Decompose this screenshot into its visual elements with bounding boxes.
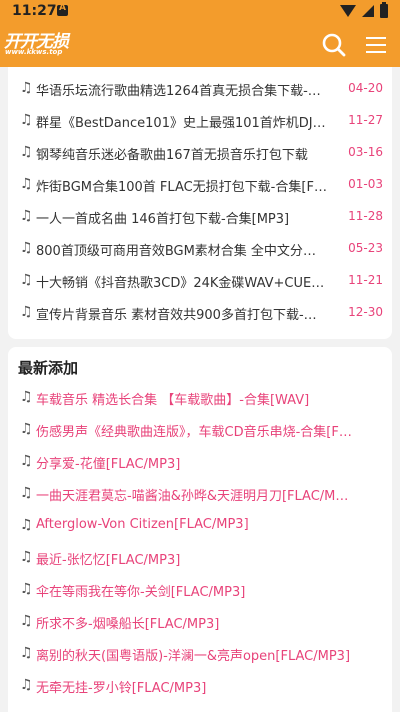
list-item-title[interactable]: 所求不多-烟嗓船长[FLAC/MP3]: [36, 613, 356, 632]
list-item[interactable]: ♫ 一曲天涯君莫忘-喵酱油&孙晔&天涯明月刀[FLAC/MP3]: [8, 478, 392, 510]
list-item-title[interactable]: 十大畅销《抖音热歌3CD》24K金碟WAV+CUE打包下载: [36, 272, 328, 291]
music-note-icon: ♫: [20, 176, 33, 192]
wifi-icon: [340, 5, 356, 17]
list-item-title[interactable]: 伞在等雨我在等你-关剑[FLAC/MP3]: [36, 581, 356, 600]
music-note-icon: ♫: [20, 549, 33, 565]
list-item[interactable]: ♫ Afterglow-Von Citizen[FLAC/MP3]: [8, 510, 392, 542]
music-note-icon: ♫: [20, 208, 33, 224]
list-item-title[interactable]: 群星《BestDance101》史上最强101首炸机DJ舞曲合集: [36, 112, 328, 131]
list-item[interactable]: ♫ 钢琴纯音乐迷必备歌曲167首无损音乐打包下载 03-16: [8, 137, 392, 169]
music-note-icon: ♫: [20, 144, 33, 160]
section-title: 最新添加: [18, 359, 79, 377]
music-note-icon: ♫: [20, 453, 33, 469]
list-item[interactable]: ♫ 车载音乐 精选长合集 【车载歌曲】-合集[WAV]: [8, 382, 392, 414]
music-note-icon: ♫: [20, 80, 33, 96]
list-item[interactable]: ♫ 华语乐坛流行歌曲精选1264首真无损合集下载-合集[FLAC] 04-20: [8, 73, 392, 105]
menu-icon-line: [366, 44, 386, 46]
music-note-icon: ♫: [20, 421, 33, 437]
list-item-date: 05-23: [348, 241, 383, 255]
list-item[interactable]: ♫ 800首顶级可商用音效BGM素材合集 全中文分类 精品合集 05-23: [8, 233, 392, 265]
list-item-title[interactable]: 800首顶级可商用音效BGM素材合集 全中文分类 精品合集: [36, 240, 328, 259]
battery-icon: [380, 2, 388, 18]
music-note-icon: ♫: [20, 645, 33, 661]
music-note-icon: ♫: [20, 272, 33, 288]
list-item-title[interactable]: 一曲天涯君莫忘-喵酱油&孙晔&天涯明月刀[FLAC/MP3]: [36, 485, 356, 504]
list-item-title[interactable]: Afterglow-Von Citizen[FLAC/MP3]: [36, 517, 356, 532]
logo-url: www.kkws.top: [5, 48, 63, 56]
list-item[interactable]: ♫ 最近-张忆忆[FLAC/MP3]: [8, 542, 392, 574]
music-note-icon: ♫: [20, 304, 33, 320]
list-item-title[interactable]: 分享爱-花僮[FLAC/MP3]: [36, 453, 356, 472]
search-icon: [322, 33, 346, 57]
list-item[interactable]: ♫ 宣传片背景音乐 素材音效共900多首打包下载-合集[MP3] 12-30: [8, 297, 392, 329]
list-item-date: 04-20: [348, 81, 383, 95]
list-item-title[interactable]: 无牵无挂-罗小铃[FLAC/MP3]: [36, 677, 356, 696]
list-item-title[interactable]: 车载音乐 精选长合集 【车载歌曲】-合集[WAV]: [36, 389, 356, 408]
search-button[interactable]: [321, 32, 347, 58]
list-item-title[interactable]: 华语乐坛流行歌曲精选1264首真无损合集下载-合集[FLAC]: [36, 80, 328, 99]
list-item[interactable]: ♫ 离别的秋天(国粤语版)-洋澜一&亮声open[FLAC/MP3]: [8, 638, 392, 670]
list-item[interactable]: ♫ 分享爱-花僮[FLAC/MP3]: [8, 446, 392, 478]
music-note-icon: ♫: [20, 581, 33, 597]
list-item-date: 12-30: [348, 305, 383, 319]
music-note-icon: ♫: [20, 240, 33, 256]
list-item-title[interactable]: 炸街BGM合集100首 FLAC无损打包下载-合集[FLAC]: [36, 176, 328, 195]
list-item-title[interactable]: 钢琴纯音乐迷必备歌曲167首无损音乐打包下载: [36, 144, 328, 163]
status-bar: 11:27: [0, 0, 400, 22]
status-icons: [330, 2, 390, 18]
status-time: 11:27: [12, 3, 57, 19]
music-note-icon: ♫: [20, 389, 33, 405]
list-item-date: 01-03: [348, 177, 383, 191]
list-item[interactable]: ♫ 群星《BestDance101》史上最强101首炸机DJ舞曲合集 11-27: [8, 105, 392, 137]
list-item-date: 11-28: [348, 209, 383, 223]
list-item-title[interactable]: 伤感男声《经典歌曲连版》，车载CD音乐串烧-合集[FLAC]: [36, 421, 356, 440]
list-item[interactable]: ♫ 伤感男声《经典歌曲连版》，车载CD音乐串烧-合集[FLAC]: [8, 414, 392, 446]
list-item[interactable]: ♫ 伞在等雨我在等你-关剑[FLAC/MP3]: [8, 574, 392, 606]
list-item[interactable]: ♫ 一人一首成名曲 146首打包下载-合集[MP3] 11-28: [8, 201, 392, 233]
list-item-date: 11-27: [348, 113, 383, 127]
list-item-date: 11-21: [348, 273, 383, 287]
notification-a-icon: [57, 3, 68, 16]
music-note-icon: ♫: [20, 677, 33, 693]
top-list-card: ♫ 华语乐坛流行歌曲精选1264首真无损合集下载-合集[FLAC] 04-20 …: [8, 67, 392, 339]
music-note-icon: ♫: [20, 613, 33, 629]
menu-icon: [366, 37, 386, 39]
list-item-title[interactable]: 宣传片背景音乐 素材音效共900多首打包下载-合集[MP3]: [36, 304, 328, 323]
app-header: 开开无损 www.kkws.top: [0, 22, 400, 67]
list-item-title[interactable]: 离别的秋天(国粤语版)-洋澜一&亮声open[FLAC/MP3]: [36, 645, 356, 664]
music-note-icon: ♫: [20, 485, 33, 501]
list-item[interactable]: ♫ 十大畅销《抖音热歌3CD》24K金碟WAV+CUE打包下载 11-21: [8, 265, 392, 297]
list-item[interactable]: ♫ 炸街BGM合集100首 FLAC无损打包下载-合集[FLAC] 01-03: [8, 169, 392, 201]
site-logo[interactable]: 开开无损 www.kkws.top: [4, 26, 74, 62]
list-item-date: 03-16: [348, 145, 383, 159]
menu-icon-line: [366, 51, 386, 53]
list-item-title[interactable]: 一人一首成名曲 146首打包下载-合集[MP3]: [36, 208, 328, 227]
music-note-icon: ♫: [20, 517, 33, 533]
list-item[interactable]: ♫ 无牵无挂-罗小铃[FLAC/MP3]: [8, 670, 392, 702]
menu-button[interactable]: [364, 34, 390, 56]
signal-icon: [362, 5, 374, 17]
music-note-icon: ♫: [20, 112, 33, 128]
latest-card: 最新添加 ♫ 车载音乐 精选长合集 【车载歌曲】-合集[WAV] ♫ 伤感男声《…: [8, 347, 392, 712]
list-item[interactable]: ♫ 所求不多-烟嗓船长[FLAC/MP3]: [8, 606, 392, 638]
list-item-title[interactable]: 最近-张忆忆[FLAC/MP3]: [36, 549, 356, 568]
